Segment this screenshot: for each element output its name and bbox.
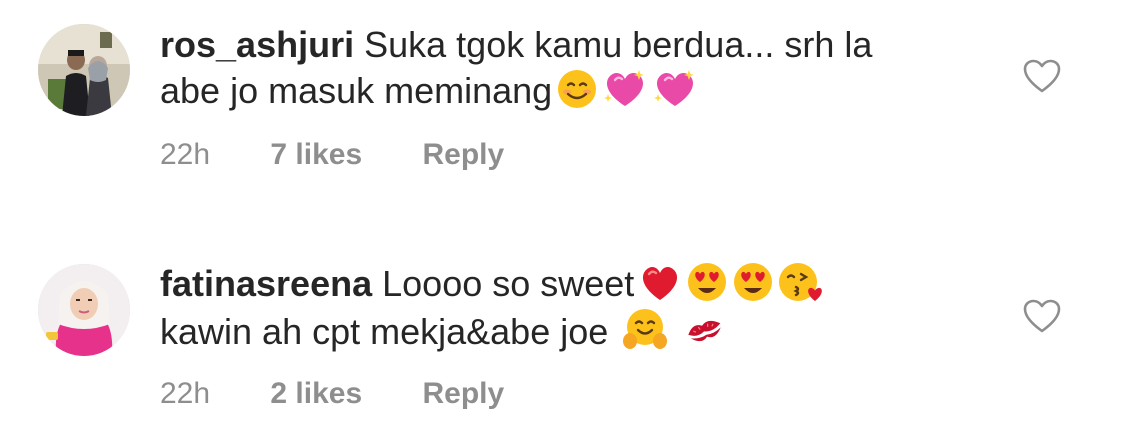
comment-body-line2: kawin ah cpt mekja&abe joe (160, 311, 609, 352)
kiss-mark-emoji (682, 311, 728, 351)
avatar[interactable] (38, 264, 130, 356)
comment-meta: 22h 7 likes Reply (160, 137, 504, 173)
hugging-face-emoji (622, 307, 668, 351)
heart-outline-icon[interactable] (1022, 298, 1062, 334)
heart-outline-icon[interactable] (1022, 58, 1062, 94)
red-heart-emoji (638, 263, 682, 303)
comment-username[interactable]: fatinasreena (160, 263, 372, 304)
heart-eyes-emoji (686, 261, 728, 303)
face-blowing-kiss-emoji (778, 261, 824, 303)
comment-likes-count[interactable]: 7 likes (270, 137, 362, 173)
reply-button[interactable]: Reply (423, 376, 505, 412)
comment-text: fatinasreena Loooo so sweet kawin ah cpt… (160, 261, 960, 355)
smiling-face-emoji (556, 68, 598, 110)
comment-text: ros_ashjuri Suka tgok kamu berdua... srh… (160, 22, 960, 114)
comment-body-line1: Suka tgok kamu berdua... srh la (364, 24, 873, 65)
comment-body-line1: Loooo so sweet (382, 263, 635, 304)
sparkling-heart-emoji (652, 68, 698, 110)
comment-timestamp: 22h (160, 138, 211, 171)
reply-button[interactable]: Reply (423, 137, 505, 173)
sparkling-heart-emoji (602, 68, 648, 110)
comment-body-line2: abe jo masuk meminang (160, 70, 553, 111)
comment-meta: 22h 2 likes Reply (160, 376, 504, 412)
comment-username[interactable]: ros_ashjuri (160, 24, 354, 65)
heart-eyes-emoji (732, 261, 774, 303)
comment-timestamp: 22h (160, 377, 211, 410)
avatar[interactable] (38, 24, 130, 116)
comment-likes-count[interactable]: 2 likes (270, 376, 362, 412)
